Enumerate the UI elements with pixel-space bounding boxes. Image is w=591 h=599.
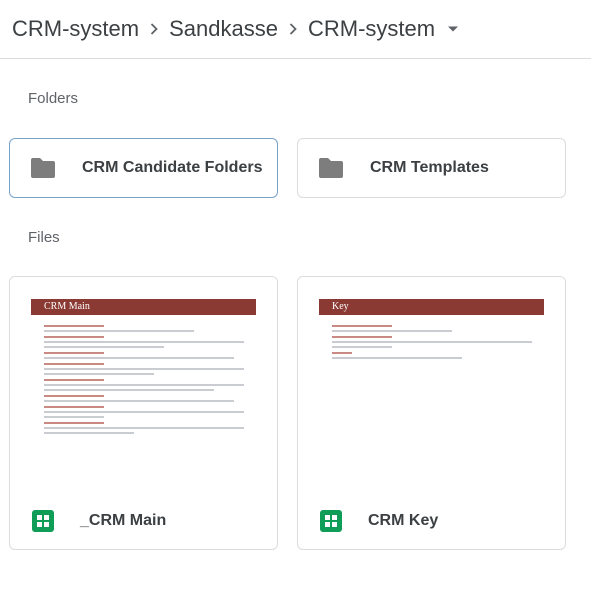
file-footer: _CRM Main [10, 492, 277, 549]
file-name: CRM Key [368, 511, 439, 529]
file-card-crm-key[interactable]: Key CRM Key [297, 276, 566, 550]
file-card-crm-main[interactable]: CRM Main _CRM Main [9, 276, 278, 550]
breadcrumb-item-crm-system[interactable]: CRM-system [12, 16, 139, 42]
header-divider [0, 58, 591, 59]
file-thumbnail: Key [298, 277, 565, 492]
caret-down-icon [448, 26, 459, 32]
breadcrumb: CRM-system Sandkasse CRM-system [12, 12, 459, 46]
thumbnail-title: Key [319, 299, 544, 315]
folder-name: CRM Templates [370, 159, 489, 176]
folder-card-crm-templates[interactable]: CRM Templates [297, 138, 566, 198]
file-thumbnail: CRM Main [10, 277, 277, 492]
google-sheets-icon [320, 509, 342, 532]
chevron-right-icon [278, 12, 308, 46]
folder-icon [319, 158, 343, 178]
folder-card-crm-candidate-folders[interactable]: CRM Candidate Folders [9, 138, 278, 198]
file-name: _CRM Main [80, 511, 167, 529]
thumbnail-text-lines [332, 321, 532, 362]
chevron-right-icon [139, 12, 169, 46]
thumbnail-text-lines [44, 321, 244, 437]
folder-name: CRM Candidate Folders [82, 159, 263, 176]
google-sheets-icon [32, 509, 54, 532]
folder-icon [31, 158, 55, 178]
breadcrumb-item-current: CRM-system [307, 16, 436, 41]
breadcrumb-item-sandkasse[interactable]: Sandkasse [169, 16, 278, 42]
breadcrumb-current-folder[interactable]: CRM-system [308, 16, 459, 42]
folders-section-label: Folders [28, 90, 79, 107]
file-footer: CRM Key [298, 492, 565, 549]
files-section-label: Files [28, 229, 60, 246]
thumbnail-title: CRM Main [31, 299, 256, 315]
